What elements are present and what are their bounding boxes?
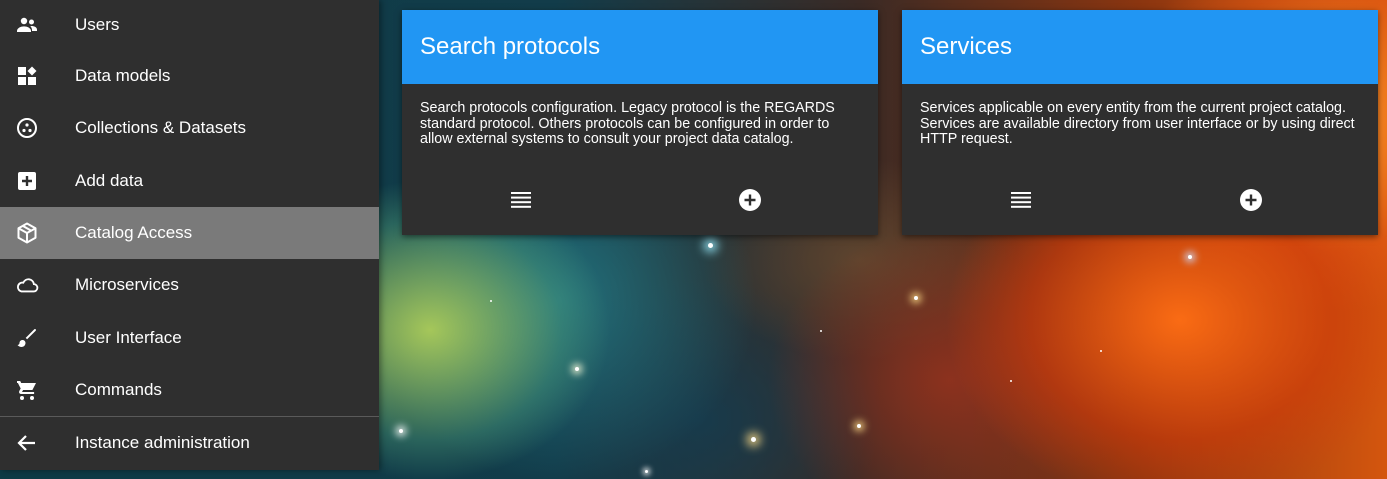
card-header: Services: [902, 10, 1378, 84]
sidebar-item-data-models[interactable]: Data models: [0, 50, 379, 102]
card-title: Search protocols: [420, 33, 601, 60]
list-button[interactable]: [508, 187, 534, 213]
card-title: Services: [920, 33, 1013, 60]
dashboard-icon: [15, 64, 39, 88]
sidebar-item-label: Data models: [75, 66, 171, 86]
sidebar-item-catalog-access[interactable]: Catalog Access: [0, 206, 379, 260]
card-actions: [902, 187, 1378, 213]
card-description: Search protocols configuration. Legacy p…: [420, 100, 835, 147]
users-icon: [15, 13, 39, 37]
list-icon: [511, 192, 531, 208]
add-button[interactable]: [737, 187, 763, 213]
list-button[interactable]: [1008, 187, 1034, 213]
sidebar-item-user-interface[interactable]: User Interface: [0, 311, 379, 363]
add-button[interactable]: [1238, 187, 1264, 213]
sidebar-item-label: Users: [75, 15, 120, 34]
cube-icon: [15, 221, 39, 245]
sidebar-item-commands[interactable]: Commands: [0, 364, 379, 416]
list-icon: [1011, 192, 1031, 208]
card-description: Services applicable on every entity from…: [920, 100, 1355, 147]
brush-icon: [15, 326, 39, 350]
collections-icon: [15, 116, 39, 140]
add-circle-icon: [1240, 189, 1262, 211]
add-circle-icon: [739, 189, 761, 211]
sidebar-item-users[interactable]: Users: [0, 0, 379, 50]
sidebar-item-microservices[interactable]: Microservices: [0, 259, 379, 311]
sidebar-item-label: Instance administration: [75, 433, 250, 453]
sidebar-item-label: Microservices: [75, 275, 179, 295]
sidebar-item-label: Collections & Datasets: [75, 118, 247, 138]
arrow-back-icon: [15, 431, 39, 455]
sidebar-item-instance-administration[interactable]: Instance administration: [0, 417, 379, 469]
sidebar-item-label: Catalog Access: [75, 223, 193, 243]
cloud-icon: [15, 273, 39, 297]
sidebar-item-collections-datasets[interactable]: Collections & Datasets: [0, 102, 379, 154]
sidebar-item-label: Commands: [75, 379, 162, 399]
search-protocols-card: Search protocols Search protocols config…: [402, 10, 878, 235]
sidebar-item-label: Add data: [75, 170, 144, 190]
card-header: Search protocols: [402, 10, 878, 84]
sidebar-item-add-data[interactable]: Add data: [0, 155, 379, 207]
sidebar-item-label: User Interface: [75, 327, 182, 347]
services-card: Services Services applicable on every en…: [902, 10, 1378, 235]
sidebar: Users Data models Collections & Datasets…: [0, 0, 379, 470]
cart-icon: [15, 378, 39, 402]
add-box-icon: [15, 169, 39, 193]
card-actions: [402, 187, 878, 213]
